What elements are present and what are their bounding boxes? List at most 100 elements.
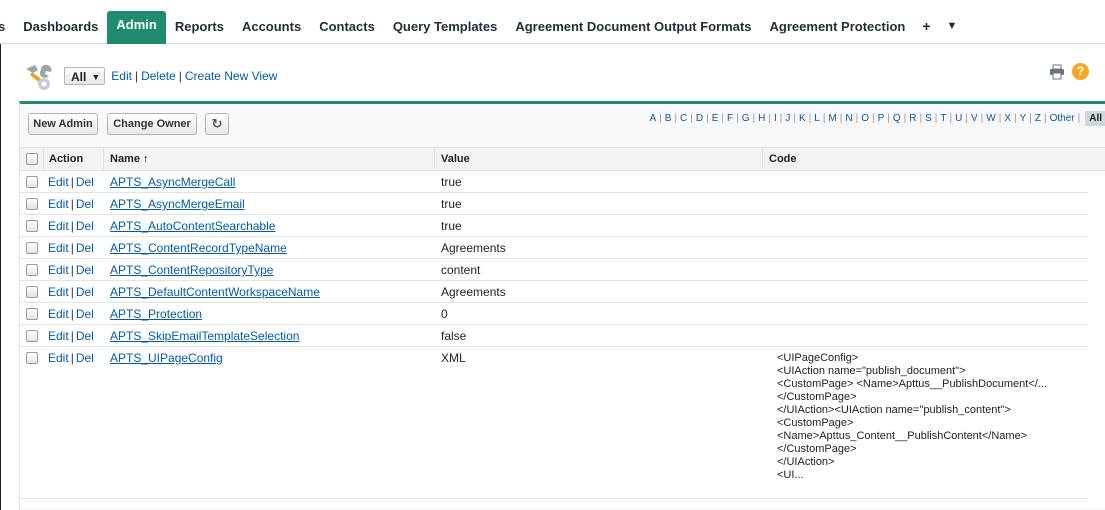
delete-row-link[interactable]: Del [76,285,94,299]
alpha-filter-w[interactable]: W [986,113,995,124]
tab-contacts[interactable]: Contacts [310,15,384,40]
row-checkbox[interactable] [26,330,38,342]
more-tabs-icon[interactable]: ▼ [939,15,966,32]
delete-row-link[interactable]: Del [76,307,94,321]
delete-row-link[interactable]: Del [76,175,94,189]
edit-row-link[interactable]: Edit [48,329,69,343]
delete-row-link[interactable]: Del [76,197,94,211]
code-line: <Name>Apttus_Content__PublishContent</Na… [777,430,1028,442]
new-admin-button[interactable]: New Admin [28,113,98,135]
column-header-name[interactable]: Name ↑ [110,153,149,165]
alpha-filter-g[interactable]: G [742,113,750,124]
record-name-link[interactable]: APTS_SkipEmailTemplateSelection [110,329,299,343]
alpha-filter-q[interactable]: Q [893,113,901,124]
delete-row-link[interactable]: Del [76,241,94,255]
alpha-separator: | [887,112,890,124]
tab-reports[interactable]: Reports [166,15,233,40]
record-value: true [441,175,462,189]
alpha-filter-e[interactable]: E [712,113,719,124]
add-tab-icon[interactable]: + [914,15,938,34]
edit-view-link[interactable]: Edit [111,69,132,83]
row-checkbox[interactable] [26,286,38,298]
alpha-filter-m[interactable]: M [828,113,836,124]
record-name-link[interactable]: APTS_UIPageConfig [110,351,223,365]
row-checkbox[interactable] [26,308,38,320]
row-actions: Edit | Del [48,263,94,277]
record-name-link[interactable]: APTS_DefaultContentWorkspaceName [110,285,320,299]
alpha-filter-other[interactable]: Other [1050,113,1075,124]
tab-agreement-document-output-formats[interactable]: Agreement Document Output Formats [506,15,760,40]
tab-admin[interactable]: Admin [107,11,166,44]
action-separator: | [70,241,74,255]
alpha-filter-p[interactable]: P [878,113,885,124]
record-name-link[interactable]: APTS_AutoContentSearchable [110,219,275,233]
edit-row-link[interactable]: Edit [48,307,69,321]
alpha-filter-h[interactable]: H [758,113,765,124]
help-icon[interactable]: ? [1072,63,1089,80]
alpha-filter-c[interactable]: C [680,113,687,124]
edit-row-link[interactable]: Edit [48,263,69,277]
edit-row-link[interactable]: Edit [48,175,69,189]
alpha-filter-y[interactable]: Y [1020,113,1027,124]
edit-row-link[interactable]: Edit [48,285,69,299]
code-line: <CustomPage> <Name>Apttus__PublishDocume… [777,378,1047,390]
column-header-value[interactable]: Value [441,153,470,165]
edit-row-link[interactable]: Edit [48,351,69,365]
delete-row-link[interactable]: Del [76,351,94,365]
alpha-filter-k[interactable]: K [799,113,806,124]
action-separator: | [70,285,74,299]
select-all-checkbox[interactable] [26,153,38,165]
tab-truncated[interactable]: s [0,15,14,40]
tab-agreement-protection[interactable]: Agreement Protection [761,15,915,40]
alpha-filter-x[interactable]: X [1004,113,1011,124]
action-separator: | [70,197,74,211]
tab-query-templates[interactable]: Query Templates [384,15,507,40]
edit-row-link[interactable]: Edit [48,197,69,211]
column-header-code[interactable]: Code [769,153,797,165]
alpha-filter-o[interactable]: O [861,113,869,124]
alpha-separator: | [980,112,984,124]
delete-view-link[interactable]: Delete [141,69,176,83]
record-name-link[interactable]: APTS_Protection [110,307,202,321]
alpha-filter-s[interactable]: S [925,113,932,124]
delete-row-link[interactable]: Del [76,219,94,233]
row-checkbox[interactable] [26,176,38,188]
row-checkbox[interactable] [26,352,38,364]
alpha-filter-v[interactable]: V [971,113,978,124]
alpha-filter-n[interactable]: N [845,113,852,124]
alpha-filter-b[interactable]: B [665,113,672,124]
tab-dashboards[interactable]: Dashboards [14,15,107,40]
column-divider [434,148,435,171]
view-select[interactable]: All ▼ [64,67,106,85]
record-value: content [441,263,481,277]
alpha-filter-r[interactable]: R [909,113,916,124]
record-name-link[interactable]: APTS_ContentRecordTypeName [110,241,287,255]
edit-row-link[interactable]: Edit [48,219,69,233]
row-checkbox[interactable] [26,220,38,232]
record-name-link[interactable]: APTS_AsyncMergeCall [110,175,235,189]
action-separator: | [70,307,74,321]
change-owner-button[interactable]: Change Owner [107,113,197,135]
row-checkbox[interactable] [26,264,38,276]
row-checkbox[interactable] [26,198,38,210]
delete-row-link[interactable]: Del [76,263,94,277]
row-checkbox[interactable] [26,242,38,254]
action-separator: | [70,263,74,277]
edit-row-link[interactable]: Edit [48,241,69,255]
alpha-filter-d[interactable]: D [696,113,703,124]
record-name-link[interactable]: APTS_ContentRepositoryType [110,263,273,277]
alpha-filter-all[interactable]: All [1085,110,1105,126]
delete-row-link[interactable]: Del [76,329,94,343]
refresh-icon[interactable]: ↻ [205,113,229,135]
printer-icon[interactable] [1049,64,1065,80]
record-name-link[interactable]: APTS_AsyncMergeEmail [110,197,245,211]
alpha-separator: | [674,112,678,124]
table-row: Edit | Del APTS_AutoContentSearchable true [20,215,1088,237]
tab-accounts[interactable]: Accounts [233,15,310,40]
create-new-view-link[interactable]: Create New View [185,69,277,83]
record-value: Agreements [441,285,506,299]
view-select-value: All [71,69,87,84]
alpha-filter-u[interactable]: U [955,113,962,124]
column-header-action: Action [49,153,84,165]
alpha-filter-a[interactable]: A [649,113,656,124]
